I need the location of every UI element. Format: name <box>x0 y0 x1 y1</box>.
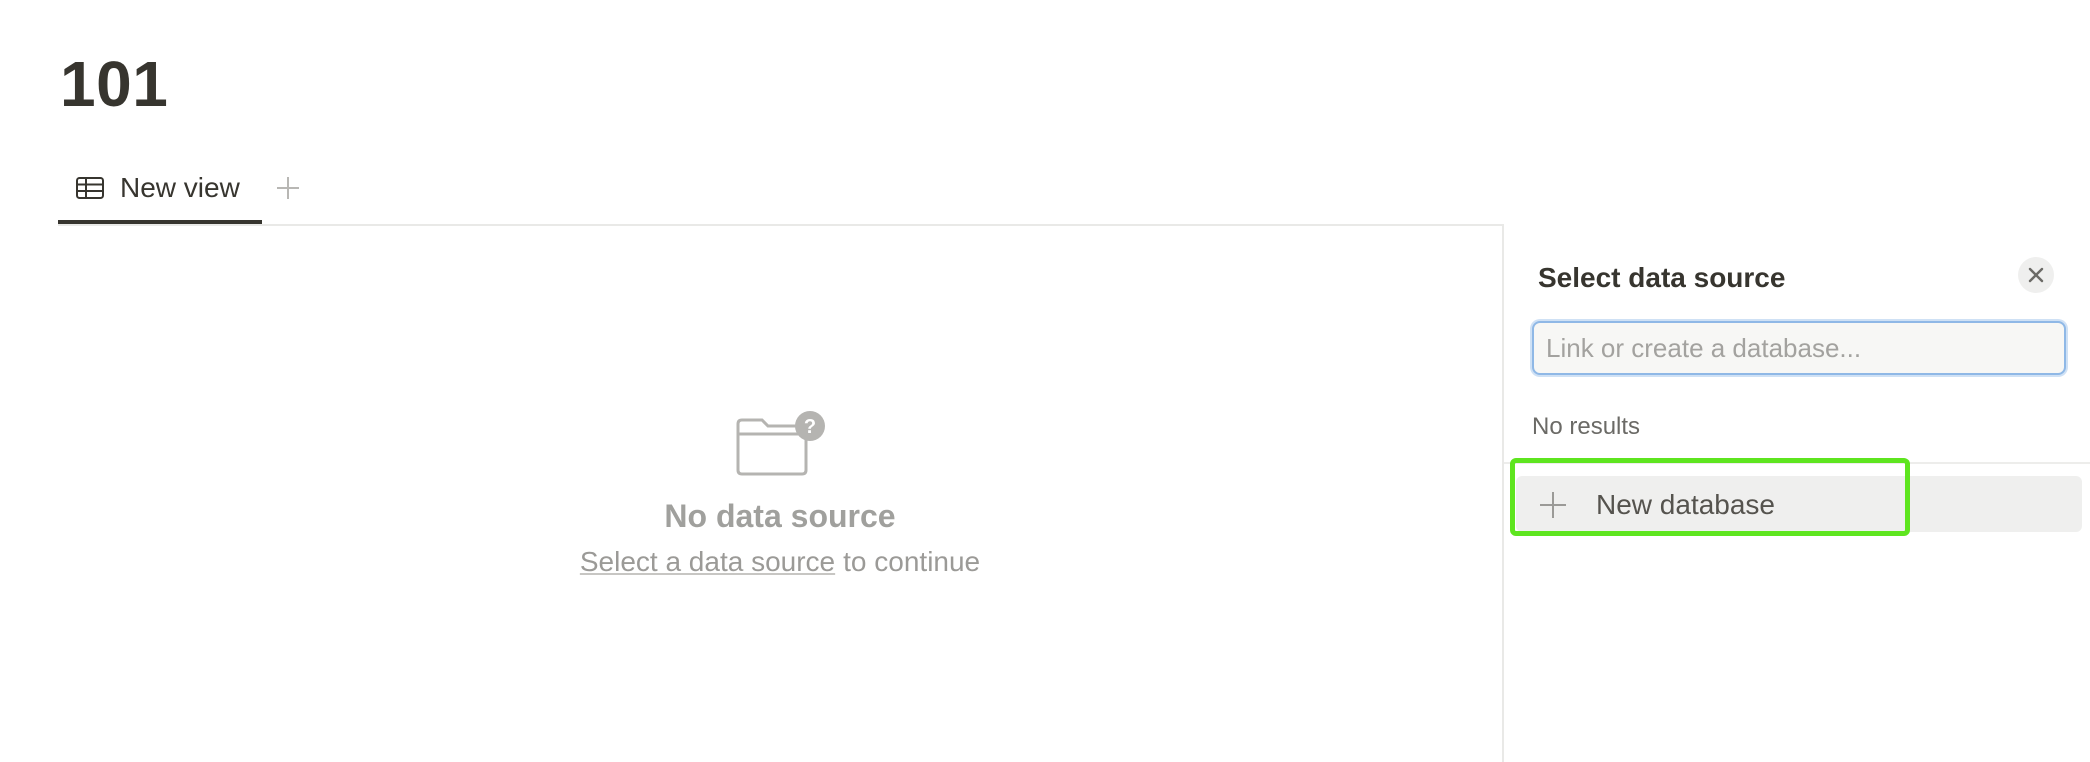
empty-state-title: No data source <box>664 498 896 534</box>
empty-state: ? No data source Select a data source to … <box>400 400 1160 582</box>
panel-title: Select data source <box>1538 262 1786 293</box>
plus-icon <box>1540 492 1566 518</box>
page: 101 New view ? No data source Select a d… <box>0 0 2090 762</box>
empty-state-suffix: to continue <box>843 546 981 577</box>
tab-label: New view <box>120 172 240 203</box>
folder-question-icon: ? <box>736 411 825 476</box>
tab-new-view[interactable]: New view <box>58 156 262 224</box>
new-database-button[interactable]: New database <box>1516 476 2082 532</box>
view-tabs-bar: New view <box>58 156 2012 226</box>
plus-icon <box>277 177 299 199</box>
select-data-source-panel: Select data source No results New databa… <box>1502 224 2090 762</box>
close-icon <box>2028 267 2044 283</box>
empty-state-subtitle: Select a data source to continue <box>400 542 1160 582</box>
database-search-input[interactable] <box>1532 321 2066 375</box>
table-icon <box>76 177 104 199</box>
add-view-button[interactable] <box>266 166 310 210</box>
new-database-label: New database <box>1596 489 1776 520</box>
page-title: 101 <box>60 48 169 120</box>
no-results-text: No results <box>1532 413 1641 440</box>
select-data-source-link[interactable]: Select a data source <box>580 546 835 577</box>
svg-text:?: ? <box>804 416 816 438</box>
divider <box>1504 462 2090 464</box>
close-button[interactable] <box>2018 257 2054 293</box>
